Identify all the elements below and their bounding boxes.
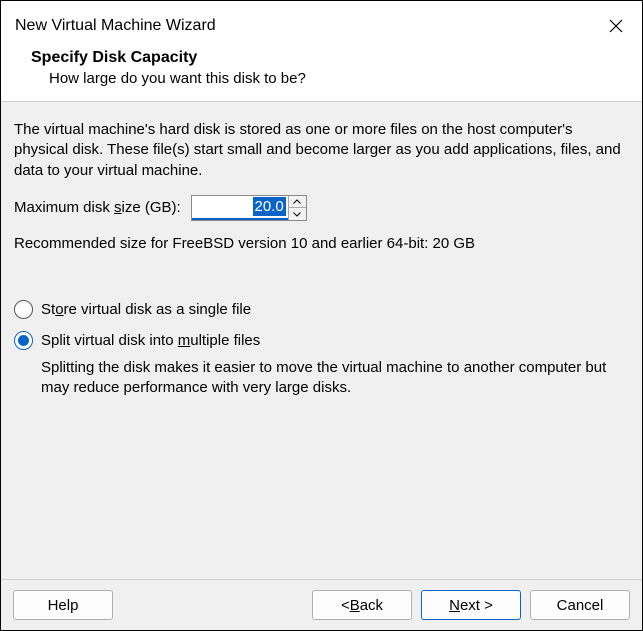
- content-area: The virtual machine's hard disk is store…: [1, 102, 642, 579]
- disk-size-input[interactable]: 20.0: [192, 196, 288, 220]
- radio-single-file[interactable]: Store virtual disk as a single file: [14, 300, 629, 319]
- radio-dot-icon: [18, 335, 29, 346]
- disk-size-row: Maximum disk size (GB): 20.0: [14, 195, 629, 221]
- help-button[interactable]: Help: [13, 590, 113, 620]
- spinner-up-button[interactable]: [289, 196, 306, 209]
- button-bar: Help < Back Next > Cancel: [1, 579, 642, 630]
- radio-multiple-files[interactable]: Split virtual disk into multiple files: [14, 331, 629, 350]
- radio-multiple-files-description: Splitting the disk makes it easier to mo…: [41, 358, 629, 399]
- chevron-up-icon: [293, 199, 301, 204]
- close-button[interactable]: [604, 14, 628, 38]
- disk-size-spinner[interactable]: 20.0: [191, 195, 307, 221]
- titlebar: New Virtual Machine Wizard: [1, 1, 642, 43]
- next-button[interactable]: Next >: [421, 590, 521, 620]
- disk-size-label: Maximum disk size (GB):: [14, 199, 181, 216]
- spinner-buttons: [288, 196, 306, 220]
- disk-storage-radio-group: Store virtual disk as a single file Spli…: [14, 300, 629, 350]
- chevron-down-icon: [293, 212, 301, 217]
- radio-multiple-files-label[interactable]: Split virtual disk into multiple files: [41, 332, 260, 349]
- radio-single-file-label[interactable]: Store virtual disk as a single file: [41, 301, 251, 318]
- close-icon: [608, 18, 624, 34]
- cancel-button[interactable]: Cancel: [530, 590, 630, 620]
- recommended-size-text: Recommended size for FreeBSD version 10 …: [14, 235, 629, 252]
- wizard-header: Specify Disk Capacity How large do you w…: [1, 43, 642, 102]
- radio-multiple-files-circle[interactable]: [14, 331, 33, 350]
- page-title: Specify Disk Capacity: [31, 49, 612, 67]
- window-title: New Virtual Machine Wizard: [15, 17, 216, 35]
- button-spacer: [122, 590, 303, 620]
- radio-single-file-circle[interactable]: [14, 300, 33, 319]
- description-text: The virtual machine's hard disk is store…: [14, 120, 629, 181]
- spinner-down-button[interactable]: [289, 208, 306, 220]
- back-button[interactable]: < Back: [312, 590, 412, 620]
- page-subtitle: How large do you want this disk to be?: [31, 70, 612, 87]
